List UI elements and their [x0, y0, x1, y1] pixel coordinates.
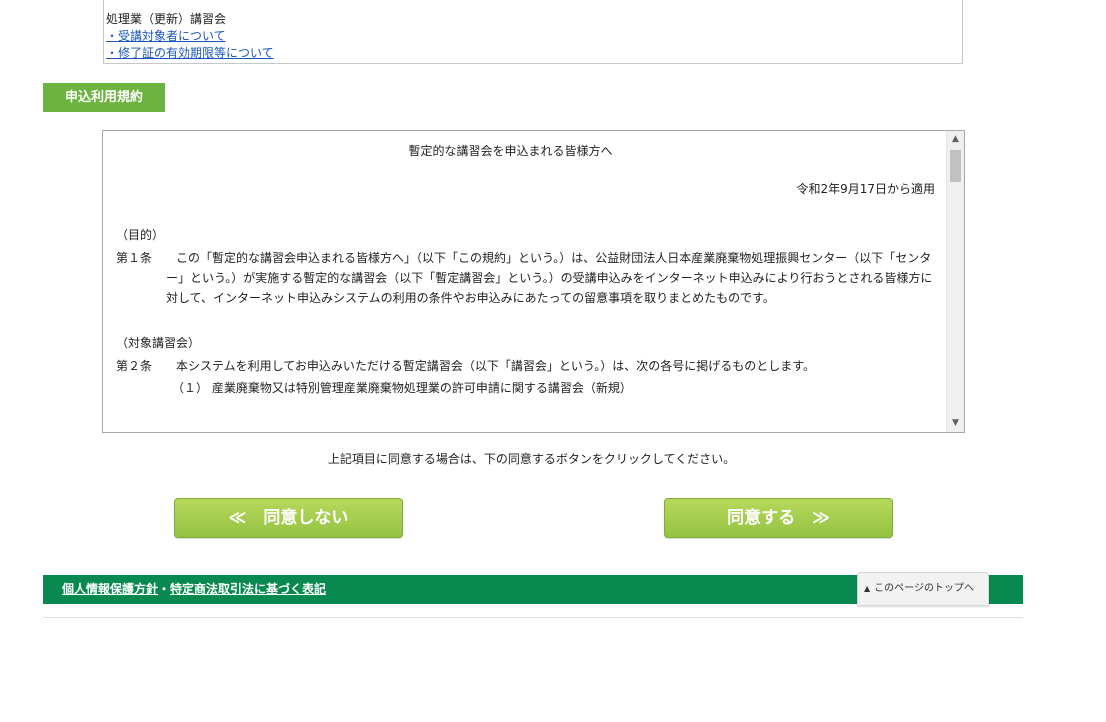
- course-info-box: 処理業（更新）講習会 ・受講対象者について ・修了証の有効期限等について: [103, 0, 963, 64]
- page-top-button[interactable]: ▲ このページのトップへ: [857, 572, 989, 606]
- agree-instruction: 上記項目に同意する場合は、下の同意するボタンをクリックしてください。: [327, 452, 736, 466]
- article2-heading: （対象講習会）: [116, 336, 201, 350]
- terms-section-heading: 申込利用規約: [43, 83, 165, 112]
- footer-separator: ・: [158, 582, 171, 596]
- scroll-down-icon[interactable]: ▼: [947, 415, 964, 432]
- article-1: 第１条 この「暫定的な講習会申込まれる皆様方へ」（以下「この規約」という。）は、…: [116, 248, 935, 308]
- terms-scrollbar[interactable]: ▲ ▼: [946, 131, 964, 432]
- validity-period-link[interactable]: ・修了証の有効期限等について: [106, 45, 962, 62]
- scroll-up-icon[interactable]: ▲: [947, 131, 964, 148]
- bottom-divider: [43, 617, 1023, 618]
- article1-heading: （目的）: [116, 228, 165, 242]
- scroll-thumb[interactable]: [950, 150, 961, 182]
- privacy-policy-link[interactable]: 個人情報保護方針: [62, 582, 158, 596]
- disagree-button[interactable]: ≪ 同意しない: [174, 498, 403, 538]
- target-persons-link[interactable]: ・受講対象者について: [106, 28, 962, 45]
- arrow-up-icon: ▲: [864, 584, 871, 593]
- article1-text: この「暫定的な講習会申込まれる皆様方へ」（以下「この規約」という。）は、公益財団…: [166, 251, 933, 305]
- article2-number: 第２条: [116, 359, 153, 373]
- footer-links: 個人情報保護方針・特定商法取引法に基づく表記: [62, 575, 326, 604]
- page-top-label: このページのトップへ: [874, 583, 974, 594]
- article-2: 第２条 本システムを利用してお申込みいただける暫定講習会（以下「講習会」という。…: [116, 356, 935, 376]
- article1-number: 第１条: [116, 251, 153, 265]
- article2-item-1: （１） 産業廃棄物又は特別管理産業廃棄物処理業の許可申請に関する講習会（新規）: [172, 381, 632, 395]
- article2-text: 本システムを利用してお申込みいただける暫定講習会（以下「講習会」という。）は、次…: [176, 359, 816, 373]
- terms-effective-date: 令和2年9月17日から適用: [796, 182, 935, 196]
- terms-content: 暫定的な講習会を申込まれる皆様方へ 令和2年9月17日から適用 （目的） 第１条…: [103, 131, 947, 432]
- course-category-label: 処理業（更新）講習会: [106, 12, 227, 26]
- commerce-law-link[interactable]: 特定商法取引法に基づく表記: [170, 582, 326, 596]
- terms-scroll-box[interactable]: 暫定的な講習会を申込まれる皆様方へ 令和2年9月17日から適用 （目的） 第１条…: [102, 130, 965, 433]
- terms-title: 暫定的な講習会を申込まれる皆様方へ: [408, 144, 613, 158]
- agree-button[interactable]: 同意する ≫: [664, 498, 893, 538]
